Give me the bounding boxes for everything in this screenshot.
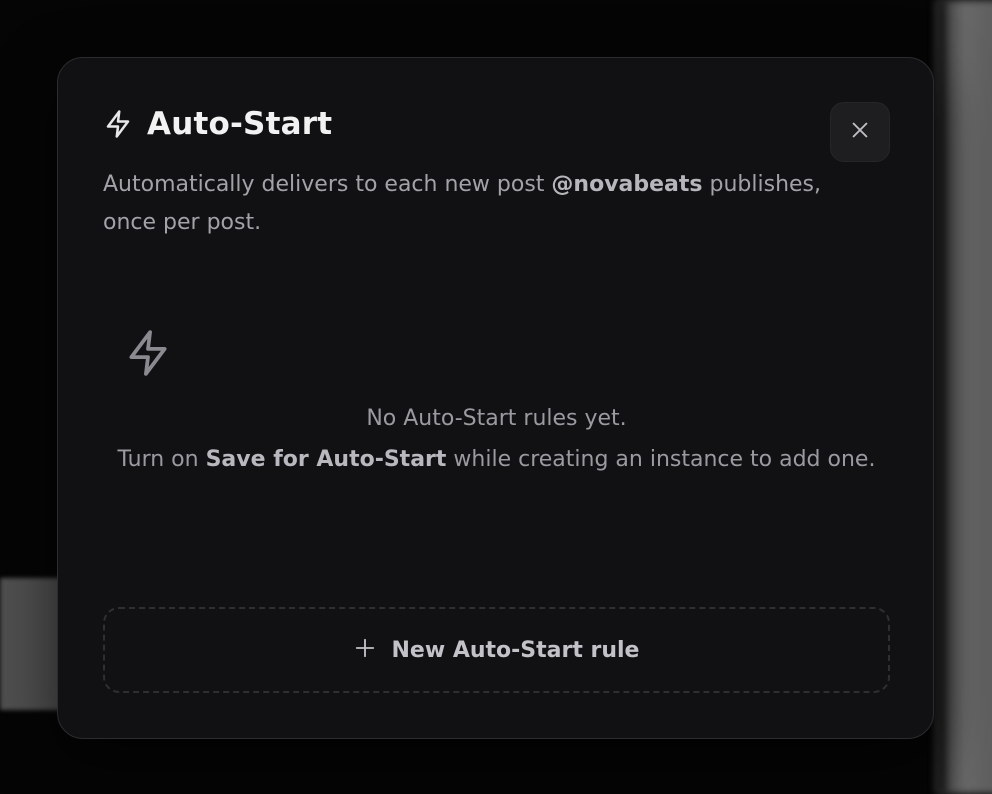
lightning-bolt-icon — [123, 328, 173, 378]
modal-header: Auto-Start — [103, 106, 332, 142]
new-auto-start-rule-button[interactable]: New Auto-Start rule — [103, 607, 890, 693]
background-card-hint — [0, 578, 62, 710]
modal-title: Auto-Start — [147, 106, 333, 142]
empty-state-line2-prefix: Turn on — [117, 447, 206, 472]
empty-state-line2-suffix: while creating an instance to add one. — [446, 447, 876, 472]
empty-state-line2: Turn on Save for Auto-Start while creati… — [103, 439, 890, 480]
auto-start-modal: Auto-Start Automatically delivers to eac… — [57, 57, 934, 739]
lightning-bolt-icon — [103, 109, 133, 139]
modal-description: Automatically delivers to each new post … — [103, 166, 843, 242]
background-panel-edge — [936, 0, 946, 794]
account-handle: @novabeats — [551, 172, 703, 197]
description-prefix: Automatically delivers to each new post — [103, 172, 552, 197]
background-page-hint — [0, 370, 54, 500]
plus-icon — [354, 637, 376, 663]
close-icon — [849, 119, 871, 145]
close-button[interactable] — [830, 102, 890, 162]
empty-state-message: No Auto-Start rules yet. Turn on Save fo… — [103, 398, 890, 480]
new-rule-label: New Auto-Start rule — [391, 637, 640, 663]
empty-state-line1: No Auto-Start rules yet. — [366, 406, 627, 431]
save-for-auto-start-emphasis: Save for Auto-Start — [205, 447, 447, 472]
